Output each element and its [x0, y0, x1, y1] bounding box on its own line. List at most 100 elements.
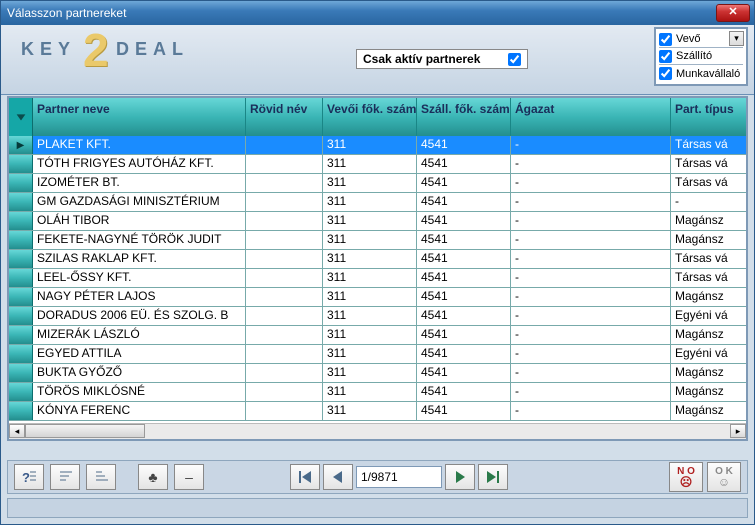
table-row[interactable]: SZILAS RAKLAP KFT.3114541-Társas vá — [9, 250, 746, 269]
cell-tip: Magánsz — [671, 383, 746, 401]
filter-vevo-checkbox[interactable] — [659, 33, 672, 46]
cell-vev: 311 — [323, 345, 417, 363]
no-button[interactable]: N O ☹ — [669, 462, 703, 492]
table-row[interactable]: TÖRÖS MIKLÓSNÉ3114541-Magánsz — [9, 383, 746, 402]
partner-grid: Partner neve Rövid név Vevői fők. szám S… — [7, 96, 748, 441]
row-header[interactable] — [9, 231, 33, 249]
cell-short — [246, 136, 323, 154]
cell-agaz: - — [511, 326, 671, 344]
cell-agaz: - — [511, 383, 671, 401]
col-header-short[interactable]: Rövid név — [246, 98, 323, 136]
row-header[interactable] — [9, 250, 33, 268]
cell-tip: Társas vá — [671, 174, 746, 192]
row-header[interactable] — [9, 288, 33, 306]
prev-page-button[interactable] — [323, 464, 353, 490]
table-row[interactable]: BUKTA GYŐZŐ3114541-Magánsz — [9, 364, 746, 383]
cell-szall: 4541 — [417, 345, 511, 363]
active-partners-toggle[interactable]: Csak aktív partnerek — [356, 49, 528, 69]
list-asc-button[interactable] — [50, 464, 80, 490]
cell-szall: 4541 — [417, 326, 511, 344]
cell-tip: Magánsz — [671, 288, 746, 306]
grid-corner-button[interactable] — [9, 98, 33, 136]
filter-szallito-checkbox[interactable] — [659, 50, 672, 63]
cell-tip: Egyéni vá — [671, 345, 746, 363]
table-row[interactable]: MIZERÁK LÁSZLÓ3114541-Magánsz — [9, 326, 746, 345]
cell-szall: 4541 — [417, 250, 511, 268]
row-header[interactable] — [9, 136, 33, 154]
col-header-szall[interactable]: Száll. fők. szám — [417, 98, 511, 136]
cell-short — [246, 326, 323, 344]
filter-szallito-label: Szállító — [676, 50, 712, 62]
cell-name: LEEL-ŐSSY KFT. — [33, 269, 246, 287]
list-desc-button[interactable] — [86, 464, 116, 490]
cell-agaz: - — [511, 269, 671, 287]
cell-short — [246, 307, 323, 325]
col-header-vev[interactable]: Vevői fők. szám — [323, 98, 417, 136]
cell-szall: 4541 — [417, 307, 511, 325]
col-header-name[interactable]: Partner neve — [33, 98, 246, 136]
filter-dropdown-icon[interactable]: ▾ — [729, 31, 744, 46]
cell-tip: Magánsz — [671, 212, 746, 230]
table-row[interactable]: TÓTH FRIGYES AUTÓHÁZ KFT.3114541-Társas … — [9, 155, 746, 174]
help-button[interactable]: ? — [14, 464, 44, 490]
cell-vev: 311 — [323, 212, 417, 230]
cell-tip: Magánsz — [671, 364, 746, 382]
cell-short — [246, 288, 323, 306]
row-header[interactable] — [9, 307, 33, 325]
cell-szall: 4541 — [417, 288, 511, 306]
next-page-button[interactable] — [445, 464, 475, 490]
scroll-left-icon[interactable]: ◂ — [9, 424, 25, 438]
row-header[interactable] — [9, 155, 33, 173]
cell-szall: 4541 — [417, 136, 511, 154]
row-header[interactable] — [9, 174, 33, 192]
cell-szall: 4541 — [417, 402, 511, 420]
table-row[interactable]: EGYED ATTILA3114541-Egyéni vá — [9, 345, 746, 364]
row-header[interactable] — [9, 212, 33, 230]
partner-type-filter: ▾ Vevő Szállító Munkavállaló — [654, 27, 748, 86]
row-header[interactable] — [9, 364, 33, 382]
row-header[interactable] — [9, 269, 33, 287]
cell-agaz: - — [511, 402, 671, 420]
cell-short — [246, 402, 323, 420]
scroll-right-icon[interactable]: ▸ — [730, 424, 746, 438]
horizontal-scrollbar[interactable]: ◂ ▸ — [9, 423, 746, 439]
table-row[interactable]: DORADUS 2006 EÜ. ÉS SZOLG. B3114541-Egyé… — [9, 307, 746, 326]
table-row[interactable]: LEEL-ŐSSY KFT.3114541-Társas vá — [9, 269, 746, 288]
first-page-button[interactable] — [290, 464, 320, 490]
page-position-input[interactable] — [356, 466, 442, 488]
logo: KEY2DEAL — [21, 39, 189, 60]
table-row[interactable]: NAGY PÉTER LAJOS3114541-Magánsz — [9, 288, 746, 307]
cell-name: IZOMÉTER BT. — [33, 174, 246, 192]
row-header[interactable] — [9, 326, 33, 344]
cell-vev: 311 — [323, 307, 417, 325]
table-row[interactable]: IZOMÉTER BT.3114541-Társas vá — [9, 174, 746, 193]
table-row[interactable]: FEKETE-NAGYNÉ TÖRÖK JUDIT3114541-Magánsz — [9, 231, 746, 250]
cell-name: PLAKET KFT. — [33, 136, 246, 154]
table-row[interactable]: OLÁH TIBOR3114541-Magánsz — [9, 212, 746, 231]
scroll-thumb[interactable] — [25, 424, 145, 438]
club-button[interactable]: ♣ — [138, 464, 168, 490]
row-header[interactable] — [9, 383, 33, 401]
cell-name: MIZERÁK LÁSZLÓ — [33, 326, 246, 344]
cell-name: EGYED ATTILA — [33, 345, 246, 363]
col-header-tip[interactable]: Part. típus — [671, 98, 746, 136]
close-button[interactable]: ✕ — [716, 4, 750, 22]
cell-name: TÖRÖS MIKLÓSNÉ — [33, 383, 246, 401]
table-row[interactable]: PLAKET KFT.3114541-Társas vá — [9, 136, 746, 155]
last-page-button[interactable] — [478, 464, 508, 490]
filter-munka-checkbox[interactable] — [659, 67, 672, 80]
row-header[interactable] — [9, 345, 33, 363]
table-row[interactable]: GM GAZDASÁGI MINISZTÉRIUM3114541-- — [9, 193, 746, 212]
minus-button[interactable]: – — [174, 464, 204, 490]
table-row[interactable]: KÓNYA FERENC3114541-Magánsz — [9, 402, 746, 421]
row-header[interactable] — [9, 402, 33, 420]
cell-name: NAGY PÉTER LAJOS — [33, 288, 246, 306]
ok-button[interactable]: O K ☺ — [707, 462, 741, 492]
col-header-agaz[interactable]: Ágazat — [511, 98, 671, 136]
cell-name: BUKTA GYŐZŐ — [33, 364, 246, 382]
active-partners-label: Csak aktív partnerek — [363, 52, 480, 66]
svg-text:?: ? — [22, 470, 30, 485]
cell-szall: 4541 — [417, 212, 511, 230]
active-partners-checkbox[interactable] — [508, 53, 521, 66]
row-header[interactable] — [9, 193, 33, 211]
